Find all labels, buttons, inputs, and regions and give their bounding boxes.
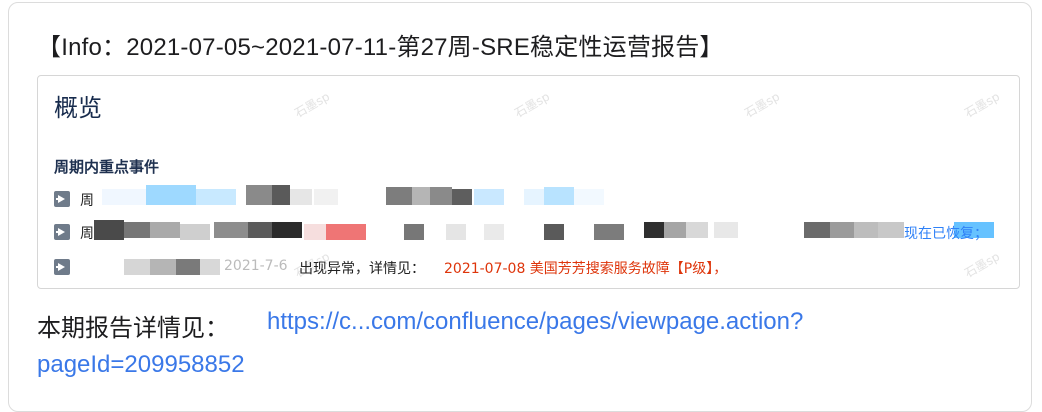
redacted-block [200, 259, 220, 275]
arrow-right-icon [54, 191, 70, 207]
arrow-right-icon [54, 224, 70, 240]
redacted-block [176, 259, 200, 275]
redacted-block [446, 224, 466, 240]
key-events-heading: 周期内重点事件 [54, 158, 160, 176]
redacted-block [386, 187, 412, 205]
redacted-block [830, 222, 854, 238]
redacted-block [314, 189, 338, 205]
redacted-block [272, 222, 302, 238]
redacted-block [484, 224, 504, 240]
redacted-block [404, 224, 424, 240]
arrow-right-icon [54, 259, 70, 275]
redacted-block [644, 222, 664, 238]
report-card: 【Info：2021-07-05~2021-07-11-第27周-SRE稳定性运… [8, 2, 1032, 412]
redacted-block [124, 222, 150, 238]
redacted-block [544, 224, 564, 240]
event-row: 周 [54, 185, 1004, 209]
watermark: 石墨sp [742, 89, 783, 121]
redacted-block [150, 259, 176, 275]
event-row: 周期内 现在已恢复； [54, 220, 1004, 242]
redacted-block [180, 224, 210, 240]
event-status-text: 现在已恢复； [904, 226, 988, 242]
overview-panel: 概览 石墨sp 石墨sp 石墨sp 石墨sp 石墨sp 石墨sp 周期内重点事件… [37, 75, 1020, 289]
redacted-block [326, 224, 366, 240]
redacted-block [272, 185, 290, 205]
redacted-block [544, 187, 574, 205]
redacted-block [246, 185, 272, 205]
event-row: 2021-7-6 出现异常，详情见： 2021-07-08 美国芳芳搜索服务故障… [54, 257, 1004, 277]
redacted-block [430, 187, 452, 205]
redacted-block [248, 222, 272, 238]
event-date: 2021-7-6 [224, 258, 288, 274]
watermark: 石墨sp [512, 89, 553, 121]
redacted-block [124, 259, 150, 275]
watermark: 石墨sp [962, 89, 1003, 121]
redacted-block [146, 185, 196, 205]
redacted-block [94, 220, 124, 240]
redacted-block [878, 222, 904, 238]
redacted-block [452, 189, 472, 205]
report-link[interactable]: https://c...com/confluence/pages/viewpag… [267, 308, 803, 336]
redacted-block [102, 189, 152, 205]
redacted-block [594, 224, 624, 240]
redacted-block [714, 222, 738, 238]
overview-heading: 概览 [54, 94, 102, 122]
redacted-block [854, 222, 878, 238]
redacted-block [686, 222, 708, 238]
redacted-block [150, 222, 180, 238]
redacted-block [304, 224, 326, 240]
redacted-block [196, 189, 236, 205]
report-link-continued[interactable]: pageId=209958852 [37, 351, 245, 379]
event-status: 出现异常，详情见： [299, 261, 425, 277]
redacted-block [474, 189, 504, 205]
redacted-block [804, 222, 830, 238]
redacted-block [664, 222, 686, 238]
redacted-block [574, 189, 604, 205]
watermark: 石墨sp [292, 89, 333, 121]
redacted-block [214, 222, 248, 238]
report-title: 【Info：2021-07-05~2021-07-11-第27周-SRE稳定性运… [37, 34, 724, 61]
event-incident-link[interactable]: 2021-07-08 美国芳芳搜索服务故障【P级】， [444, 258, 727, 278]
redacted-block [412, 187, 430, 205]
event-text: 周 [80, 193, 94, 209]
redacted-block [290, 189, 312, 205]
detail-label: 本期报告详情见： [37, 315, 229, 342]
